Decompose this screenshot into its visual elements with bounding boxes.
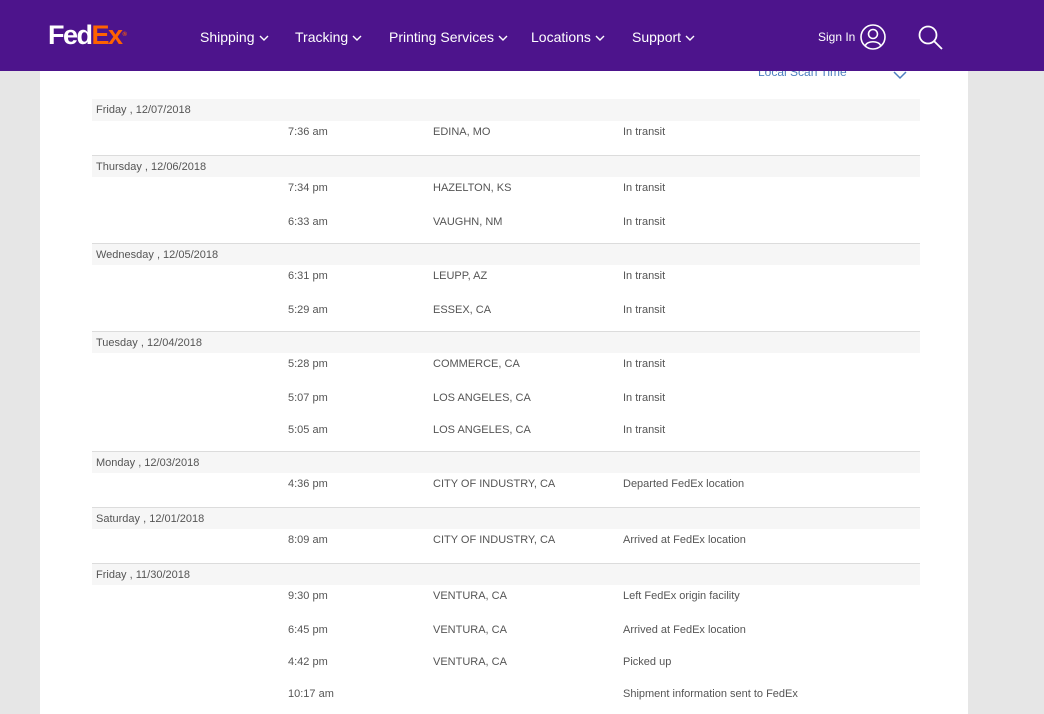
event-row: 9:30 pm VENTURA, CA Left FedEx origin faci… bbox=[92, 585, 920, 619]
event-location: CITY OF INDUSTRY, CA bbox=[433, 534, 556, 546]
event-row: 5:05 am LOS ANGELES, CA In transit bbox=[92, 419, 920, 451]
event-row: 6:33 am VAUGHN, NM In transit bbox=[92, 211, 920, 243]
date-row: Friday , 11/30/2018 bbox=[92, 563, 920, 585]
event-status: In transit bbox=[623, 304, 666, 316]
event-status: In transit bbox=[623, 392, 666, 404]
event-row: 6:31 pm LEUPP, AZ In transit bbox=[92, 265, 920, 299]
event-status: In transit bbox=[623, 126, 666, 138]
event-status: Left FedEx origin facility bbox=[623, 590, 740, 602]
event-time: 6:45 pm bbox=[288, 624, 328, 636]
event-status: In transit bbox=[623, 270, 666, 282]
site-header: FedEx® Shipping Tracking Printing Servic… bbox=[0, 0, 1044, 71]
event-time: 5:05 am bbox=[288, 424, 328, 436]
chevron-down-icon bbox=[352, 27, 362, 45]
event-time: 5:28 pm bbox=[288, 358, 328, 370]
event-time: 4:36 pm bbox=[288, 478, 328, 490]
nav-locations[interactable]: Locations bbox=[531, 27, 605, 46]
date-row: Friday , 12/07/2018 bbox=[92, 99, 920, 121]
event-time: 4:42 pm bbox=[288, 656, 328, 668]
event-location: VENTURA, CA bbox=[433, 590, 507, 602]
event-location: LEUPP, AZ bbox=[433, 270, 488, 282]
nav-shipping[interactable]: Shipping bbox=[200, 27, 269, 46]
search-icon[interactable] bbox=[917, 24, 945, 57]
event-status: Picked up bbox=[623, 656, 672, 668]
event-location: VAUGHN, NM bbox=[433, 216, 503, 228]
logo-ex: Ex bbox=[91, 20, 124, 50]
logo-registered: ® bbox=[122, 32, 127, 38]
event-row: 5:28 pm COMMERCE, CA In transit bbox=[92, 353, 920, 387]
event-status: Shipment information sent to FedEx bbox=[623, 688, 798, 700]
event-status: Arrived at FedEx location bbox=[623, 624, 746, 636]
nav-support-label: Support bbox=[632, 29, 682, 45]
event-location: EDINA, MO bbox=[433, 126, 491, 138]
event-status: Departed FedEx location bbox=[623, 478, 745, 490]
chevron-down-icon[interactable] bbox=[892, 71, 908, 85]
event-row: 6:45 pm VENTURA, CA Arrived at FedEx locat… bbox=[92, 619, 920, 651]
event-status: Arrived at FedEx location bbox=[623, 534, 746, 546]
nav-shipping-label: Shipping bbox=[200, 29, 255, 45]
fedex-logo[interactable]: FedEx® bbox=[48, 20, 127, 50]
event-row: 10:17 am Shipment information sent to Fed… bbox=[92, 683, 920, 714]
chevron-down-icon bbox=[259, 27, 269, 45]
event-status: In transit bbox=[623, 358, 666, 370]
event-time: 8:09 am bbox=[288, 534, 328, 546]
event-time: 5:29 am bbox=[288, 304, 328, 316]
travel-history-panel: Local Scan Time Friday , 12/07/2018 7:36 … bbox=[40, 71, 968, 714]
event-status: In transit bbox=[623, 182, 666, 194]
local-scan-time-toggle[interactable]: Local Scan Time bbox=[758, 71, 847, 79]
event-time: 10:17 am bbox=[288, 688, 334, 700]
nav-support[interactable]: Support bbox=[632, 27, 695, 46]
date-row: Tuesday , 12/04/2018 bbox=[92, 331, 920, 353]
date-row: Monday , 12/03/2018 bbox=[92, 451, 920, 473]
event-location: HAZELTON, KS bbox=[433, 182, 512, 194]
user-account-icon[interactable] bbox=[859, 23, 887, 56]
event-time: 9:30 pm bbox=[288, 590, 328, 602]
logo-fed: Fed bbox=[48, 20, 93, 50]
chevron-down-icon bbox=[685, 27, 695, 45]
chevron-down-icon bbox=[595, 27, 605, 45]
date-row: Wednesday , 12/05/2018 bbox=[92, 243, 920, 265]
chevron-down-icon bbox=[498, 27, 508, 45]
event-location: CITY OF INDUSTRY, CA bbox=[433, 478, 556, 490]
sign-in-link[interactable]: Sign In bbox=[818, 30, 855, 44]
nav-tracking[interactable]: Tracking bbox=[295, 27, 362, 46]
event-status: In transit bbox=[623, 424, 666, 436]
nav-printing-services-label: Printing Services bbox=[389, 29, 495, 45]
date-row: Thursday , 12/06/2018 bbox=[92, 155, 920, 177]
event-row: 7:34 pm HAZELTON, KS In transit bbox=[92, 177, 920, 211]
event-row: 5:07 pm LOS ANGELES, CA In transit bbox=[92, 387, 920, 419]
event-location: COMMERCE, CA bbox=[433, 358, 520, 370]
event-location: VENTURA, CA bbox=[433, 624, 507, 636]
event-time: 6:33 am bbox=[288, 216, 328, 228]
event-location: LOS ANGELES, CA bbox=[433, 424, 531, 436]
nav-tracking-label: Tracking bbox=[295, 29, 349, 45]
event-time: 7:34 pm bbox=[288, 182, 328, 194]
event-time: 5:07 pm bbox=[288, 392, 328, 404]
event-row: 4:42 pm VENTURA, CA Picked up bbox=[92, 651, 920, 683]
event-row: 4:36 pm CITY OF INDUSTRY, CA Departed FedE… bbox=[92, 473, 920, 507]
event-location: VENTURA, CA bbox=[433, 656, 507, 668]
event-location: LOS ANGELES, CA bbox=[433, 392, 531, 404]
event-row: 5:29 am ESSEX, CA In transit bbox=[92, 299, 920, 331]
event-row: 7:36 am EDINA, MO In transit bbox=[92, 121, 920, 155]
date-row: Saturday , 12/01/2018 bbox=[92, 507, 920, 529]
nav-locations-label: Locations bbox=[531, 29, 591, 45]
nav-printing-services[interactable]: Printing Services bbox=[389, 27, 508, 46]
event-location: ESSEX, CA bbox=[433, 304, 492, 316]
event-status: In transit bbox=[623, 216, 666, 228]
event-time: 6:31 pm bbox=[288, 270, 328, 282]
travel-history-table: Friday , 12/07/2018 7:36 am EDINA, MO In tr… bbox=[92, 99, 920, 714]
event-time: 7:36 am bbox=[288, 126, 328, 138]
event-row: 8:09 am CITY OF INDUSTRY, CA Arrived at Fe… bbox=[92, 529, 920, 563]
